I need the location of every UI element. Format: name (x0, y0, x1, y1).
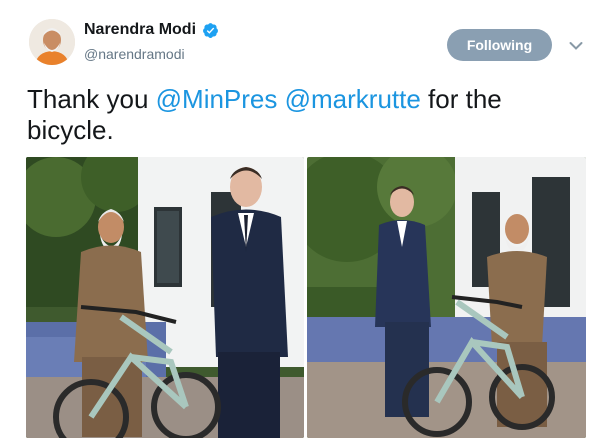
user-handle[interactable]: @narendramodi (84, 46, 185, 62)
following-button[interactable]: Following (447, 29, 552, 61)
tweet-text-prefix: Thank you (27, 84, 156, 114)
tweet-photo-2[interactable] (307, 157, 586, 438)
mention-minpres[interactable]: @MinPres (156, 84, 278, 114)
mention-markrutte[interactable]: @markrutte (285, 84, 421, 114)
avatar[interactable] (29, 19, 75, 65)
avatar-image (29, 19, 75, 65)
author-name-row[interactable]: Narendra Modi (84, 21, 219, 39)
chevron-down-icon[interactable] (569, 38, 583, 50)
verified-badge-icon (202, 22, 219, 39)
display-name[interactable]: Narendra Modi (84, 21, 196, 39)
tweet-photo-1[interactable] (26, 157, 304, 438)
tweet-text: Thank you @MinPres @markrutte for the bi… (27, 84, 587, 146)
tweet-text-space (277, 84, 284, 114)
